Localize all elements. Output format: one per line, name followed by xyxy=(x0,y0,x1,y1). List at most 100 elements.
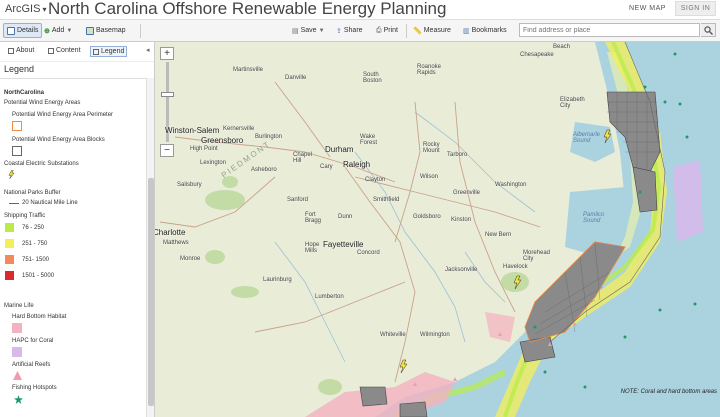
map-label: Wilson xyxy=(420,174,439,180)
legend-item-label: 20 Nautical Mile Line xyxy=(22,200,78,206)
legend-item-label: Fishing Hotspots xyxy=(12,385,57,391)
tab-legend[interactable]: Legend xyxy=(90,46,128,57)
legend-item-label: Hard Bottom Habitat xyxy=(12,314,67,320)
toolbar-divider xyxy=(140,24,141,38)
water-label: Pamlico Sound xyxy=(583,212,605,224)
legend-group-title: National Parks Buffer xyxy=(4,190,61,196)
save-icon: ▤ xyxy=(292,27,299,35)
toolbar: Details ⊕ Add ▼ Basemap ▤ Save ▼ ⇪ Share ⎙ Pri… xyxy=(0,20,720,42)
chevron-down-icon: ▼ xyxy=(318,27,325,34)
share-button[interactable]: ⇪ Share xyxy=(333,23,366,38)
map-label: Monroe xyxy=(180,256,201,262)
sign-in-button[interactable]: SIGN IN xyxy=(675,1,716,16)
measure-button[interactable]: 📏 Measure xyxy=(410,23,454,38)
legend-group-title: Potential Wind Energy Areas xyxy=(4,100,81,106)
details-icon xyxy=(7,26,15,35)
add-icon: ⊕ xyxy=(44,27,50,35)
add-label: Add xyxy=(51,27,65,34)
share-label: Share xyxy=(343,27,363,34)
basemap-icon xyxy=(86,26,94,35)
bookmarks-label: Bookmarks xyxy=(471,27,507,34)
legend-swatch xyxy=(12,121,22,131)
legend-item-label: 251 - 750 xyxy=(22,241,48,247)
map-label: Greenville xyxy=(453,190,481,196)
legend-group-title: Marine Life xyxy=(4,303,34,309)
tab-legend-label: Legend xyxy=(101,48,125,55)
add-button[interactable]: ⊕ Add ▼ xyxy=(41,23,75,38)
legend-line xyxy=(9,203,19,204)
measure-icon: 📏 xyxy=(413,27,422,35)
legend-group-title: Shipping Traffic xyxy=(4,213,46,219)
save-label: Save xyxy=(300,27,317,34)
legend-swatch xyxy=(5,239,14,248)
legend-swatch xyxy=(12,323,22,333)
map-note: NOTE: Coral and hard bottom areas xyxy=(620,389,717,395)
zoom-control: + − xyxy=(160,47,175,157)
legend-item-label: 751- 1500 xyxy=(22,257,50,263)
details-button[interactable]: Details xyxy=(3,23,43,38)
map-label: Goldsboro xyxy=(413,214,441,220)
map-label: Chapel Hill xyxy=(293,152,313,164)
map-label: Concord xyxy=(357,250,380,256)
legend-icon xyxy=(93,48,99,55)
basemap-button[interactable]: Basemap xyxy=(83,23,129,38)
map-label: Sanford xyxy=(287,197,309,203)
collapse-panel-icon[interactable]: ◂ xyxy=(146,46,150,54)
about-icon xyxy=(8,47,14,54)
map-label: Jacksonville xyxy=(445,267,478,273)
legend-list: NorthCarolina Potential Wind Energy Area… xyxy=(0,78,146,404)
bookmarks-button[interactable]: ▥ Bookmarks xyxy=(460,23,510,38)
map-label: Washington xyxy=(495,182,527,188)
legend-swatch xyxy=(5,255,14,264)
basemap-canvas xyxy=(159,42,720,417)
map-label: Winston-Salem xyxy=(165,126,220,135)
map-label: Rocky Mount xyxy=(423,142,440,154)
map-label: Lumberton xyxy=(315,294,344,300)
map-label: South Boston xyxy=(363,72,382,84)
side-panel: About Content Legend ◂ Legend NorthCarol… xyxy=(0,42,155,417)
print-button[interactable]: ⎙ Print xyxy=(373,23,401,38)
map-label: Durham xyxy=(325,145,354,154)
legend-group-title: Coastal Electric Substations xyxy=(4,161,79,167)
search-input[interactable] xyxy=(519,23,700,37)
zoom-out-button[interactable]: − xyxy=(160,144,174,157)
legend-item-label: Potential Wind Energy Area Blocks xyxy=(12,137,105,143)
legend-item-label: Potential Wind Energy Area Perimeter xyxy=(12,112,114,118)
save-button[interactable]: ▤ Save ▼ xyxy=(289,23,328,38)
map-label: Danville xyxy=(285,75,307,81)
map-label: Smithfield xyxy=(373,197,400,203)
arcgis-menu[interactable]: ArcGIS ▾ xyxy=(5,3,46,15)
bookmarks-icon: ▥ xyxy=(463,27,470,35)
zoom-slider-knob[interactable] xyxy=(161,92,174,97)
legend-swatch xyxy=(12,347,22,357)
content-icon xyxy=(48,47,54,54)
legend-item-label: 76 - 250 xyxy=(22,225,45,231)
page-title: North Carolina Offshore Renewable Energy… xyxy=(48,0,447,18)
zoom-in-button[interactable]: + xyxy=(160,47,174,60)
legend-item-label: Artificial Reefs xyxy=(12,362,51,368)
legend-item-label: HAPC for Coral xyxy=(12,338,54,344)
chevron-down-icon: ▼ xyxy=(66,27,73,34)
legend-swatch xyxy=(5,271,14,280)
map-label: Burlington xyxy=(255,134,283,140)
map-view[interactable]: + − Beach Chesapeake Elizabeth City Mart… xyxy=(155,42,720,417)
map-label: Hope Mills xyxy=(305,242,320,254)
map-label: Cary xyxy=(320,164,333,170)
legend-scrollbar[interactable] xyxy=(146,78,154,417)
search-button[interactable] xyxy=(701,23,716,37)
new-map-link[interactable]: NEW MAP xyxy=(629,5,666,12)
map-label: Asheboro xyxy=(251,167,277,173)
tab-about[interactable]: About xyxy=(6,46,36,55)
legend-swatch xyxy=(5,223,14,232)
tab-content[interactable]: Content xyxy=(46,46,83,55)
scrollbar-thumb[interactable] xyxy=(148,178,154,406)
star-icon xyxy=(14,395,23,404)
map-label: Matthews xyxy=(163,240,189,246)
map-label: Kernersville xyxy=(223,126,255,132)
map-label: Havelock xyxy=(503,264,528,270)
map-label: Charlotte xyxy=(155,228,186,237)
panel-tabs: About Content Legend ◂ xyxy=(0,42,154,62)
measure-label: Measure xyxy=(423,27,451,34)
tab-content-label: Content xyxy=(56,47,81,54)
map-label: New Bern xyxy=(485,232,512,238)
